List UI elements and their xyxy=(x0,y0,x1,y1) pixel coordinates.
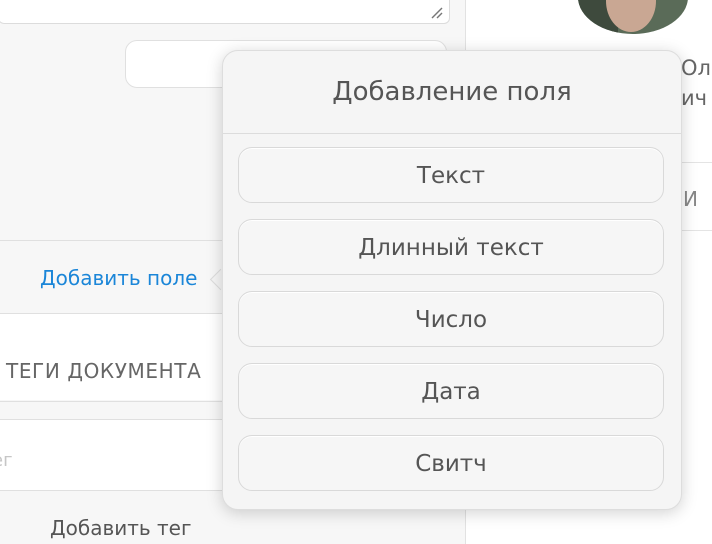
field-type-long-text-button[interactable]: Длинный текст xyxy=(238,219,664,275)
popover-title: Добавление поля xyxy=(223,51,681,134)
user-name-line: ич xyxy=(681,86,708,110)
add-field-popover: Добавление поля Текст Длинный текст Числ… xyxy=(222,50,682,510)
add-field-link[interactable]: Добавить поле xyxy=(40,266,197,290)
field-type-number-button[interactable]: Число xyxy=(238,291,664,347)
field-type-text-button[interactable]: Текст xyxy=(238,147,664,203)
add-tag-button[interactable]: Добавить тег xyxy=(50,516,192,540)
description-textarea[interactable] xyxy=(0,0,450,24)
field-type-switch-button[interactable]: Свитч xyxy=(238,435,664,491)
field-type-date-button[interactable]: Дата xyxy=(238,363,664,419)
user-name: Ол ич xyxy=(681,53,711,113)
resize-handle-icon[interactable] xyxy=(429,5,443,19)
sidebar-label: И xyxy=(683,187,698,211)
tags-section-title: ТЕГИ ДОКУМЕНТА xyxy=(6,359,202,383)
user-name-line: Ол xyxy=(681,56,711,80)
